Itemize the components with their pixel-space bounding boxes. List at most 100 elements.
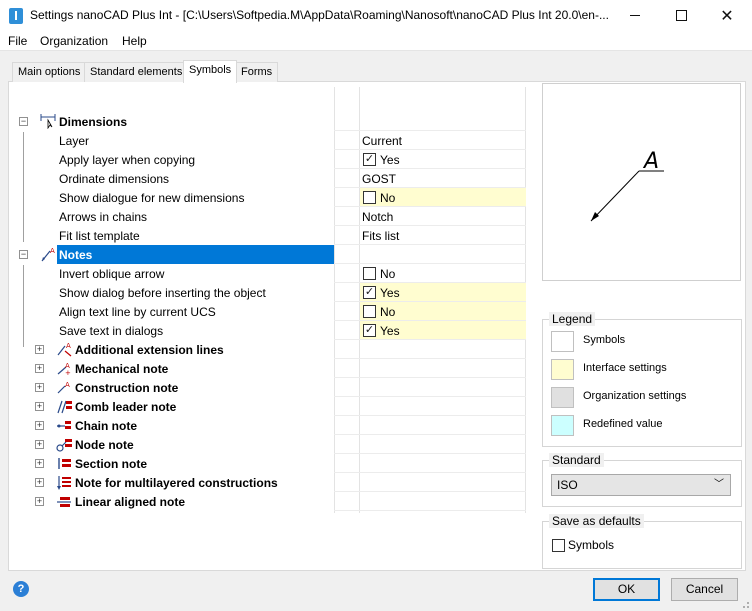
- property-row[interactable]: Save text in dialogs ✓ Yes: [14, 321, 526, 340]
- node-label: Linear aligned note: [75, 495, 186, 509]
- tree-node-child[interactable]: + A Construction note: [14, 378, 526, 397]
- save-defaults-title: Save as defaults: [549, 514, 644, 528]
- help-icon[interactable]: ?: [13, 581, 29, 597]
- maximize-button[interactable]: [658, 0, 704, 31]
- expand-icon[interactable]: +: [35, 364, 44, 373]
- node-note-icon: [56, 439, 72, 452]
- tree-node-child[interactable]: + Note for multilayered constructions: [14, 473, 526, 492]
- property-row[interactable]: Align text line by current UCS No: [14, 302, 526, 321]
- property-tree[interactable]: − Dimensions Layer Current Apply layer w…: [14, 87, 526, 513]
- tree-node-child[interactable]: + A Additional extension lines: [14, 340, 526, 359]
- property-value[interactable]: GOST: [362, 172, 396, 186]
- multilayer-note-icon: [57, 476, 71, 490]
- tab-symbols[interactable]: Symbols: [183, 60, 238, 83]
- legend-swatch-symbols: [551, 331, 574, 352]
- expand-icon[interactable]: +: [35, 459, 44, 468]
- legend-swatch-organization: [551, 387, 574, 408]
- comb-leader-icon: [57, 400, 72, 414]
- note-preview-drawing: A: [590, 149, 664, 222]
- expand-icon[interactable]: +: [35, 383, 44, 392]
- property-checkbox[interactable]: ✓: [363, 153, 376, 166]
- property-row[interactable]: Apply layer when copying ✓ Yes: [14, 150, 526, 169]
- legend-label: Organization settings: [583, 390, 687, 402]
- property-row[interactable]: Ordinate dimensions GOST: [14, 169, 526, 188]
- svg-text:A: A: [65, 381, 70, 389]
- expand-icon[interactable]: +: [35, 402, 44, 411]
- node-label: Mechanical note: [75, 362, 169, 376]
- node-label: Notes: [59, 248, 93, 262]
- tree-node-child[interactable]: + Section note: [14, 454, 526, 473]
- dimensions-icon: [40, 114, 56, 129]
- property-value: Yes: [380, 286, 400, 300]
- menu-bar: File Organization Help: [0, 31, 752, 51]
- property-checkbox[interactable]: ✓: [363, 324, 376, 337]
- close-icon: ✕: [720, 7, 734, 25]
- property-value[interactable]: Current: [362, 134, 402, 148]
- resize-grip-icon[interactable]: [740, 599, 750, 609]
- expand-icon[interactable]: +: [35, 440, 44, 449]
- menu-help[interactable]: Help: [122, 34, 147, 48]
- legend-label: Symbols: [583, 334, 626, 346]
- minimize-button[interactable]: [612, 0, 658, 31]
- menu-organization[interactable]: Organization: [40, 34, 108, 48]
- property-checkbox[interactable]: [363, 305, 376, 318]
- collapse-icon[interactable]: −: [19, 250, 28, 259]
- menu-file[interactable]: File: [8, 34, 27, 48]
- ok-button[interactable]: OK: [593, 578, 660, 601]
- cancel-button[interactable]: Cancel: [671, 578, 738, 601]
- tab-standard-elements[interactable]: Standard elements: [84, 62, 189, 82]
- app-icon: [9, 8, 23, 24]
- tree-node-child[interactable]: + Node note: [14, 435, 526, 454]
- property-label: Arrows in chains: [59, 210, 148, 224]
- expand-icon[interactable]: +: [35, 497, 44, 506]
- standard-selected: ISO: [557, 478, 578, 492]
- standard-title: Standard: [549, 453, 604, 467]
- expand-icon[interactable]: +: [35, 345, 44, 354]
- property-checkbox[interactable]: ✓: [363, 286, 376, 299]
- standard-select[interactable]: ISO ﹀: [551, 474, 731, 496]
- legend-group: Legend Symbols Interface settings Organi…: [542, 312, 742, 447]
- property-label: Save text in dialogs: [59, 324, 164, 338]
- expand-icon[interactable]: +: [35, 478, 44, 487]
- property-label: Show dialogue for new dimensions: [59, 191, 245, 205]
- expand-icon[interactable]: +: [35, 421, 44, 430]
- tree-node-child[interactable]: + Comb leader note: [14, 397, 526, 416]
- node-label: Dimensions: [59, 115, 128, 129]
- tree-node-dimensions[interactable]: − Dimensions: [14, 112, 526, 131]
- save-symbols-label: Symbols: [568, 538, 615, 552]
- tree-node-child[interactable]: + Linear aligned note: [14, 492, 526, 511]
- maximize-icon: [675, 10, 687, 21]
- node-label: Comb leader note: [75, 400, 177, 414]
- property-value: Yes: [380, 324, 400, 338]
- property-label: Invert oblique arrow: [59, 267, 165, 281]
- tree-node-child[interactable]: + A + Mechanical note: [14, 359, 526, 378]
- property-value[interactable]: Fits list: [362, 229, 399, 243]
- tab-main-options[interactable]: Main options: [12, 62, 87, 82]
- property-value[interactable]: Notch: [362, 210, 393, 224]
- preview-letter: A: [642, 149, 659, 174]
- node-label: Construction note: [75, 381, 179, 395]
- property-value: No: [380, 267, 396, 281]
- symbol-preview: A: [542, 83, 741, 281]
- collapse-icon[interactable]: −: [19, 117, 28, 126]
- chevron-down-icon: ﹀: [714, 479, 724, 490]
- property-row[interactable]: Arrows in chains Notch: [14, 207, 526, 226]
- property-checkbox[interactable]: [363, 267, 376, 280]
- property-checkbox[interactable]: [363, 191, 376, 204]
- property-row[interactable]: Invert oblique arrow No: [14, 264, 526, 283]
- minimize-icon: [630, 15, 640, 16]
- tab-forms[interactable]: Forms: [235, 62, 279, 82]
- property-row[interactable]: Show dialogue for new dimensions No: [14, 188, 526, 207]
- save-symbols-checkbox[interactable]: [552, 539, 565, 552]
- tree-node-notes[interactable]: − A Notes: [14, 245, 526, 264]
- tree-node-child[interactable]: + Chain note: [14, 416, 526, 435]
- svg-text:A: A: [50, 247, 55, 255]
- property-label: Fit list template: [59, 229, 140, 243]
- property-row[interactable]: Layer Current: [14, 131, 526, 150]
- svg-text:+: +: [65, 369, 71, 376]
- property-label: Ordinate dimensions: [59, 172, 170, 186]
- close-button[interactable]: ✕: [704, 0, 750, 31]
- legend-label: Interface settings: [583, 362, 667, 374]
- property-row[interactable]: Fit list template Fits list: [14, 226, 526, 245]
- property-row[interactable]: Show dialog before inserting the object …: [14, 283, 526, 302]
